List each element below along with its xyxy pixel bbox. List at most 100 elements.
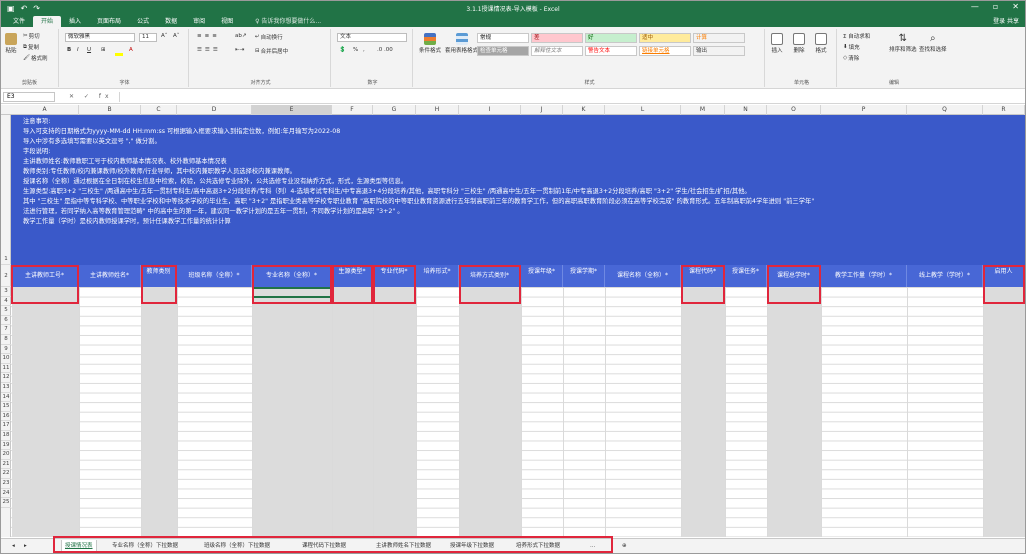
tab-review[interactable]: 审阅	[185, 16, 213, 27]
formula-input[interactable]	[118, 91, 1025, 102]
undo-icon[interactable]: ↶	[21, 4, 28, 13]
tab-page-layout[interactable]: 页面布局	[89, 16, 129, 27]
percent-button[interactable]: %	[353, 47, 358, 53]
tab-formulas[interactable]: 公式	[129, 16, 157, 27]
row-header[interactable]: 7	[1, 325, 11, 335]
font-color-icon[interactable]: A	[129, 47, 133, 53]
field-header[interactable]: 专业名称（全称）*	[252, 265, 332, 287]
tab-view[interactable]: 视图	[213, 16, 241, 27]
underline-button[interactable]: U	[87, 47, 91, 53]
orientation-icon[interactable]: ab↗	[235, 33, 246, 39]
row-header[interactable]: 16	[1, 412, 11, 422]
row-header[interactable]: 11	[1, 364, 11, 374]
row-header[interactable]: 3	[1, 287, 11, 297]
indent-icon[interactable]: ⇤⇥	[235, 47, 244, 53]
clear-button[interactable]: ◇ 清除	[843, 54, 859, 62]
delete-cells-button[interactable]: 删除	[793, 33, 805, 54]
sheet-tab[interactable]: 班级名称（全称）下拉数据	[201, 540, 273, 552]
sheet-tab[interactable]: 授课情况表	[61, 540, 97, 552]
column-header[interactable]: M	[681, 105, 725, 115]
row-header[interactable]: 10	[1, 354, 11, 364]
autosum-button[interactable]: Σ 自动求和	[843, 32, 870, 40]
row-header[interactable]: 18	[1, 431, 11, 441]
format-cells-button[interactable]: 格式	[815, 33, 827, 54]
copy-button[interactable]: ⧉ 复制	[23, 43, 39, 52]
column-header[interactable]: D	[177, 105, 252, 115]
find-select-button[interactable]: ⌕ 查找和选择	[919, 33, 947, 53]
italic-button[interactable]: I	[77, 47, 79, 53]
row-header[interactable]: 19	[1, 441, 11, 451]
field-header[interactable]: 专业代码*	[373, 265, 416, 287]
row-header[interactable]: 8	[1, 335, 11, 345]
field-header[interactable]: 培养形式*	[416, 265, 459, 287]
row-header[interactable]: 9	[1, 345, 11, 355]
row-header[interactable]: 12	[1, 373, 11, 383]
row-header[interactable]: 21	[1, 460, 11, 470]
style-normal[interactable]: 常规	[477, 33, 529, 43]
column-header[interactable]: I	[459, 105, 521, 115]
field-header[interactable]: 生源类型*	[332, 265, 373, 287]
conditional-format-button[interactable]: 条件格式	[419, 33, 441, 54]
account-share[interactable]: 登录 共享	[993, 16, 1019, 25]
sheet-tab[interactable]: 主讲教师姓名下拉数据	[373, 540, 434, 552]
column-header[interactable]: E	[252, 105, 332, 115]
tab-file[interactable]: 文件	[5, 16, 33, 27]
field-header[interactable]: 授课学期*	[563, 265, 605, 287]
field-header[interactable]: 线上教学（学时）*	[907, 265, 983, 287]
active-cell-e3[interactable]	[252, 287, 332, 298]
column-header[interactable]: R	[983, 105, 1025, 115]
close-button[interactable]: ✕	[1012, 2, 1019, 11]
field-header[interactable]: 培养方式类别*	[459, 265, 521, 287]
column-header[interactable]: L	[605, 105, 681, 115]
align-left-icons[interactable]: ☰☰☰	[197, 47, 221, 53]
style-check-cell[interactable]: 检查单元格	[477, 46, 529, 56]
field-header[interactable]: 主讲教师姓名*	[79, 265, 141, 287]
tab-home[interactable]: 开始	[33, 16, 62, 27]
shrink-font-button[interactable]: A˅	[173, 33, 180, 39]
field-header[interactable]: 课程代码*	[681, 265, 725, 287]
row-header[interactable]: 24	[1, 489, 11, 499]
column-header[interactable]: P	[821, 105, 907, 115]
sheet-tab[interactable]: 专业名称（全称）下拉数据	[109, 540, 181, 552]
row-header[interactable]: 4	[1, 297, 11, 307]
row-header[interactable]: 22	[1, 469, 11, 479]
number-format-select[interactable]: 文本	[337, 33, 407, 42]
sheet-tab[interactable]: 课程代码下拉数据	[299, 540, 349, 552]
style-warning[interactable]: 警告文本	[585, 46, 637, 56]
field-header[interactable]: 班级名称（全称）*	[177, 265, 252, 287]
sheet-next-button[interactable]: ▸	[21, 540, 30, 552]
row-header[interactable]: 1	[1, 115, 11, 265]
format-table-button[interactable]: 套用表格格式	[445, 33, 478, 54]
style-good[interactable]: 好	[585, 33, 637, 43]
field-header[interactable]: 教师类别	[141, 265, 177, 287]
row-header[interactable]: 2	[1, 265, 11, 287]
formula-buttons[interactable]: ✕ ✓ fx	[69, 93, 113, 100]
field-header[interactable]: 启用人	[983, 265, 1025, 287]
decimal-icon[interactable]: .0 .00	[377, 47, 393, 53]
field-header[interactable]: 授课年级*	[521, 265, 563, 287]
fill-color-icon[interactable]	[115, 47, 123, 56]
sheet-tab[interactable]: 培养形式下拉数据	[513, 540, 563, 552]
column-header[interactable]: K	[563, 105, 605, 115]
column-header[interactable]: H	[416, 105, 459, 115]
sheet-prev-button[interactable]: ◂	[9, 540, 18, 552]
minimize-button[interactable]: —	[971, 2, 979, 11]
restore-button[interactable]: ▫	[993, 2, 998, 11]
font-name-select[interactable]: 微软雅黑	[65, 33, 135, 42]
row-header[interactable]: 25	[1, 498, 11, 508]
field-header[interactable]: 主讲教师工号*	[11, 265, 79, 287]
row-header[interactable]: 15	[1, 402, 11, 412]
column-header[interactable]: A	[11, 105, 79, 115]
column-header[interactable]: B	[79, 105, 141, 115]
field-header[interactable]: 教学工作量（学时）*	[821, 265, 907, 287]
field-header[interactable]: 授课任务*	[725, 265, 767, 287]
sheet-tab[interactable]: ...	[587, 540, 598, 552]
insert-cells-button[interactable]: 插入	[771, 33, 783, 54]
sort-filter-button[interactable]: ⇅ 排序和筛选	[889, 33, 917, 53]
border-icon[interactable]: ⊞	[101, 47, 106, 53]
field-header[interactable]: 课程总学时*	[767, 265, 821, 287]
row-header[interactable]: 13	[1, 383, 11, 393]
tab-data[interactable]: 数据	[157, 16, 185, 27]
style-neutral[interactable]: 适中	[639, 33, 691, 43]
fill-button[interactable]: ⬇ 填充	[843, 43, 860, 51]
